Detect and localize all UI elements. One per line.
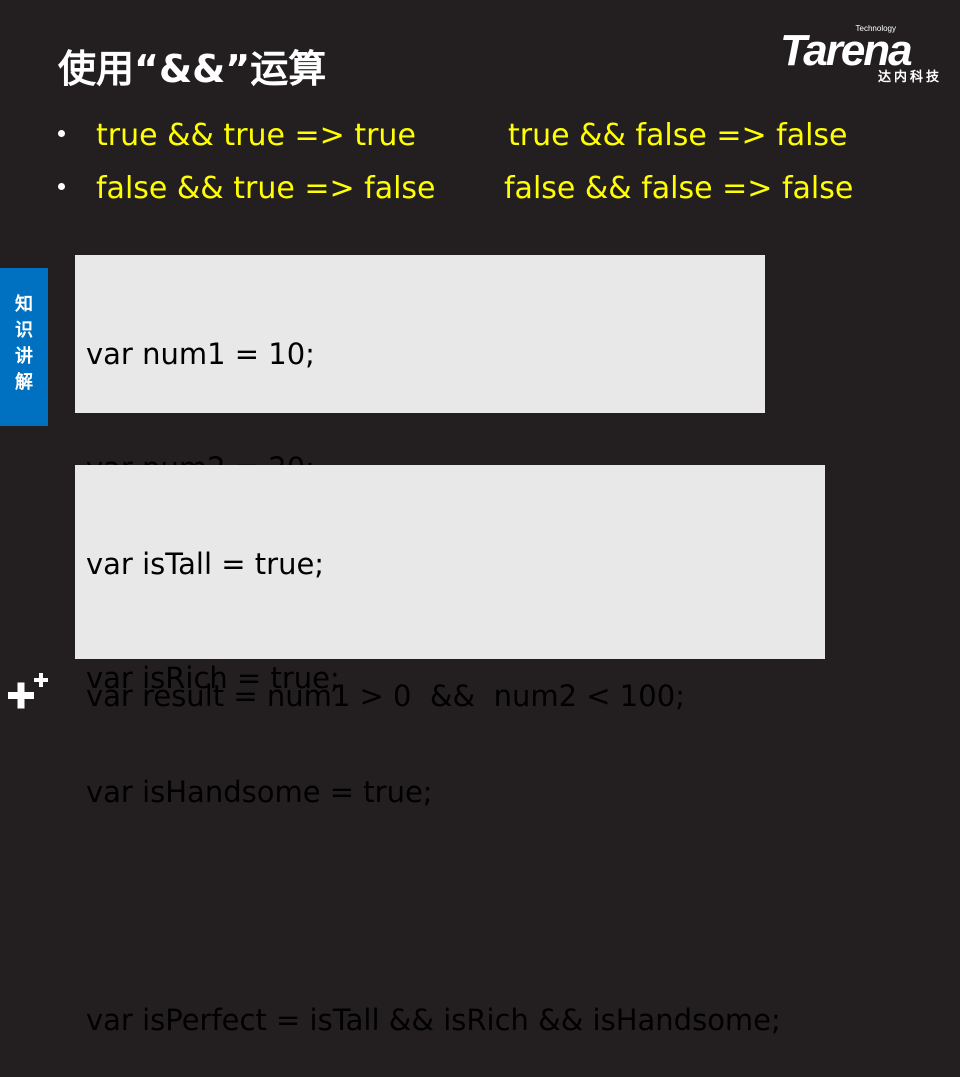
side-tab-char: 识 <box>15 320 33 341</box>
code-line: var isRich = true; <box>86 661 340 695</box>
slide-title: 使用“&&”运算 <box>58 47 327 91</box>
plus-plus-icon <box>8 670 52 714</box>
bullet-item: false && true => false false && false =>… <box>58 171 938 224</box>
logo-subtitle: 达内科技 <box>877 70 942 85</box>
code-line: var isHandsome = true; <box>86 775 433 809</box>
code-line: var isTall = true; <box>86 547 325 581</box>
tarena-logo: Technology Tarena 达内科技 <box>778 24 948 85</box>
side-tab-char: 讲 <box>15 346 33 367</box>
code-line: var num1 = 10; <box>86 337 315 371</box>
code-block-1: var num1 = 10; var num2 = 20; var result… <box>75 255 765 713</box>
code-line: var isPerfect = isTall && isRich && isHa… <box>86 1003 781 1037</box>
bullet-right-text: true && false => false <box>508 118 848 153</box>
bullet-dot-icon <box>58 130 65 137</box>
bullet-right-text: false && false => false <box>504 171 854 206</box>
side-tab-char: 解 <box>15 372 33 393</box>
side-tab-knowledge: 知 识 讲 解 <box>0 268 48 426</box>
bullet-dot-icon <box>58 183 65 190</box>
side-tab-char: 知 <box>15 294 33 315</box>
bullet-list: true && true => true true && false => fa… <box>58 118 938 224</box>
code-block-2: var isTall = true; var isRich = true; va… <box>75 465 825 1037</box>
bullet-item: true && true => true true && false => fa… <box>58 118 938 171</box>
bullet-left-text: true && true => true <box>96 118 416 153</box>
bullet-left-text: false && true => false <box>96 171 436 206</box>
